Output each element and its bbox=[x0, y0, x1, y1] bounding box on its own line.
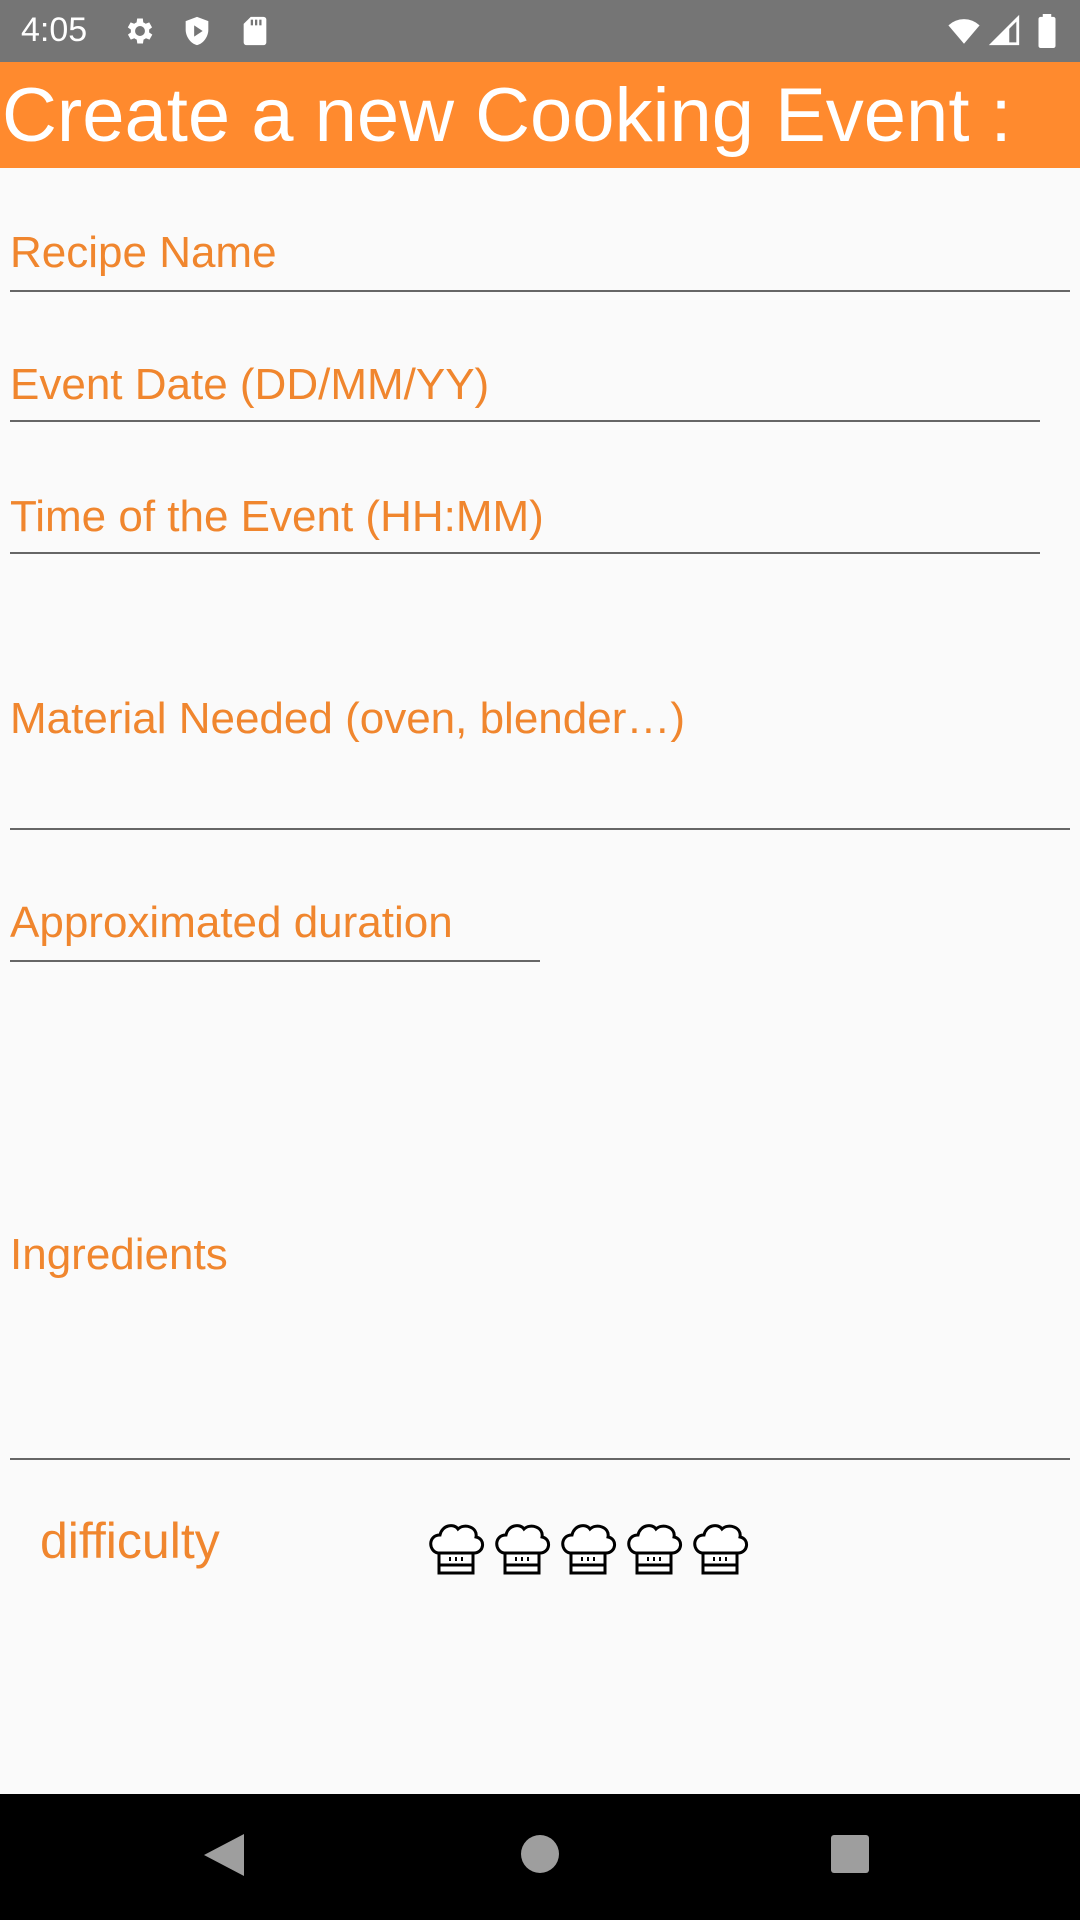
status-bar: 4:05 bbox=[0, 0, 1080, 62]
title-banner: Create a new Cooking Event : bbox=[0, 62, 1080, 168]
navigation-bar bbox=[0, 1794, 1080, 1920]
shield-icon bbox=[180, 14, 214, 48]
recents-icon[interactable] bbox=[830, 1834, 870, 1874]
difficulty-label: difficulty bbox=[40, 1513, 220, 1569]
wifi-icon bbox=[944, 14, 984, 48]
home-icon[interactable] bbox=[520, 1834, 560, 1874]
event-time-placeholder: Time of the Event (HH:MM) bbox=[10, 492, 544, 541]
duration-placeholder: Approximated duration bbox=[10, 898, 453, 947]
duration-input[interactable]: Approximated duration bbox=[10, 890, 540, 962]
back-icon[interactable] bbox=[202, 1832, 246, 1878]
recipe-name-placeholder: Recipe Name bbox=[10, 228, 277, 277]
ingredients-placeholder: Ingredients bbox=[10, 1230, 228, 1279]
event-date-placeholder: Event Date (DD/MM/YY) bbox=[10, 360, 490, 409]
material-needed-placeholder: Material Needed (oven, blender…) bbox=[10, 694, 686, 743]
cell-signal-icon bbox=[988, 14, 1022, 48]
chef-hat-icon[interactable] bbox=[490, 1515, 554, 1579]
page-title: Create a new Cooking Event : bbox=[2, 73, 1012, 158]
chef-hat-icon[interactable] bbox=[424, 1515, 488, 1579]
chef-hat-icon[interactable] bbox=[688, 1515, 752, 1579]
recipe-name-input[interactable]: Recipe Name bbox=[10, 222, 1070, 292]
battery-icon bbox=[1035, 14, 1059, 48]
event-time-input[interactable]: Time of the Event (HH:MM) bbox=[10, 484, 1040, 554]
event-date-input[interactable]: Event Date (DD/MM/YY) bbox=[10, 352, 1040, 422]
sd-card-icon bbox=[238, 14, 272, 48]
ingredients-input[interactable]: Ingredients bbox=[10, 1222, 1070, 1460]
chef-hat-icon[interactable] bbox=[556, 1515, 620, 1579]
gear-icon bbox=[123, 14, 157, 48]
material-needed-input[interactable]: Material Needed (oven, blender…) bbox=[10, 686, 1070, 830]
status-time: 4:05 bbox=[21, 11, 88, 49]
chef-hat-icon[interactable] bbox=[622, 1515, 686, 1579]
